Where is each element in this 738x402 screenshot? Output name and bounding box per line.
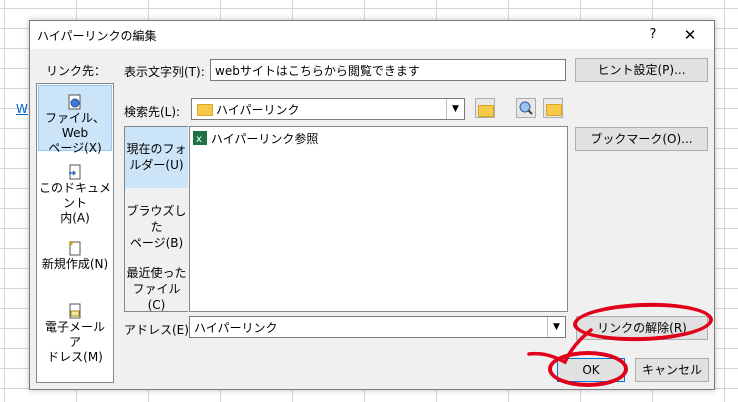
title-bar: ハイパーリンクの編集 ? ✕ [30,21,714,49]
link-to-item-label: ページ(X) [48,141,102,155]
up-folder-button[interactable] [475,98,495,118]
link-to-item-email-address[interactable]: 電子メール ア ドレス(M) [38,303,112,364]
annotation-stroke [527,328,593,365]
link-to-item-this-document[interactable]: このドキュメント 内(A) [38,164,112,225]
link-to-item-file-web[interactable]: ファイル、Web ページ(X) [38,85,112,155]
globe-search-icon [519,101,533,115]
address-value: ハイパーリンク [194,321,278,335]
globe-page-icon [67,94,83,110]
dialog-title: ハイパーリンクの編集 [37,29,157,43]
browse-nav: 現在のフォ ルダー(U) ブラウズした ページ(B) 最近使った ファイル(C) [124,126,188,312]
browse-item-current-folder[interactable]: 現在のフォ ルダー(U) [125,127,188,188]
open-folder-icon [546,104,562,116]
browse-item-label: ブラウズした [126,204,187,234]
look-in-combo[interactable]: ハイパーリンク ▼ [191,98,465,120]
new-document-icon [67,240,83,256]
address-input[interactable]: ハイパーリンク ▼ [189,316,566,338]
browse-item-recent-files[interactable]: 最近使った ファイル(C) [125,265,188,312]
help-button[interactable]: ? [640,24,666,46]
hint-settings-button[interactable]: ヒント設定(P)... [575,58,708,82]
look-in-value: ハイパーリンク [216,103,300,117]
folder-icon [197,104,213,116]
browse-item-label: 最近使った [126,266,187,280]
link-to-item-label: ファイル、Web [44,111,105,140]
link-to-item-label: 内(A) [60,211,90,225]
link-to-panel: ファイル、Web ページ(X) このドキュメント 内(A) 新規作成(N) 電子… [36,83,114,383]
display-text-label: 表示文字列(T): [124,65,205,79]
background-cell-link[interactable]: W [16,102,28,116]
close-button[interactable]: ✕ [675,24,705,46]
chevron-down-icon[interactable]: ▼ [446,99,464,119]
up-folder-icon [478,105,494,117]
list-item[interactable]: x ハイパーリンク参照 [193,130,318,147]
excel-file-icon: x [193,131,207,145]
file-list[interactable]: x ハイパーリンク参照 [189,126,568,312]
link-to-item-label: 新規作成(N) [41,257,109,271]
bookmark-button[interactable]: ブックマーク(O)... [575,127,708,151]
file-name: ハイパーリンク参照 [210,132,319,146]
email-document-icon [67,303,83,319]
browse-file-button[interactable] [543,98,563,118]
link-to-label: リンク先： [46,64,107,78]
link-to-item-label: このドキュメント [38,181,111,210]
browse-item-browsed-pages[interactable]: ブラウズした ページ(B) [125,203,188,250]
browse-item-label: ルダー(U) [129,158,184,172]
cancel-button[interactable]: キャンセル [635,358,709,382]
display-text-input[interactable]: webサイトはこちらから閲覧できます [210,59,566,81]
document-arrow-icon [67,164,83,180]
browse-web-button[interactable] [516,98,536,118]
link-to-item-new-document[interactable]: 新規作成(N) [38,240,112,280]
look-in-label: 検索先(L): [124,105,181,119]
link-to-item-label: ドレス(M) [47,350,103,364]
browse-item-label: ページ(B) [129,236,184,250]
browse-item-label: ファイル(C) [132,282,181,312]
svg-text:x: x [196,134,202,145]
link-to-item-label: 電子メール ア [44,320,105,349]
address-label: アドレス(E): [124,323,193,337]
browse-item-label: 現在のフォ [126,142,187,156]
